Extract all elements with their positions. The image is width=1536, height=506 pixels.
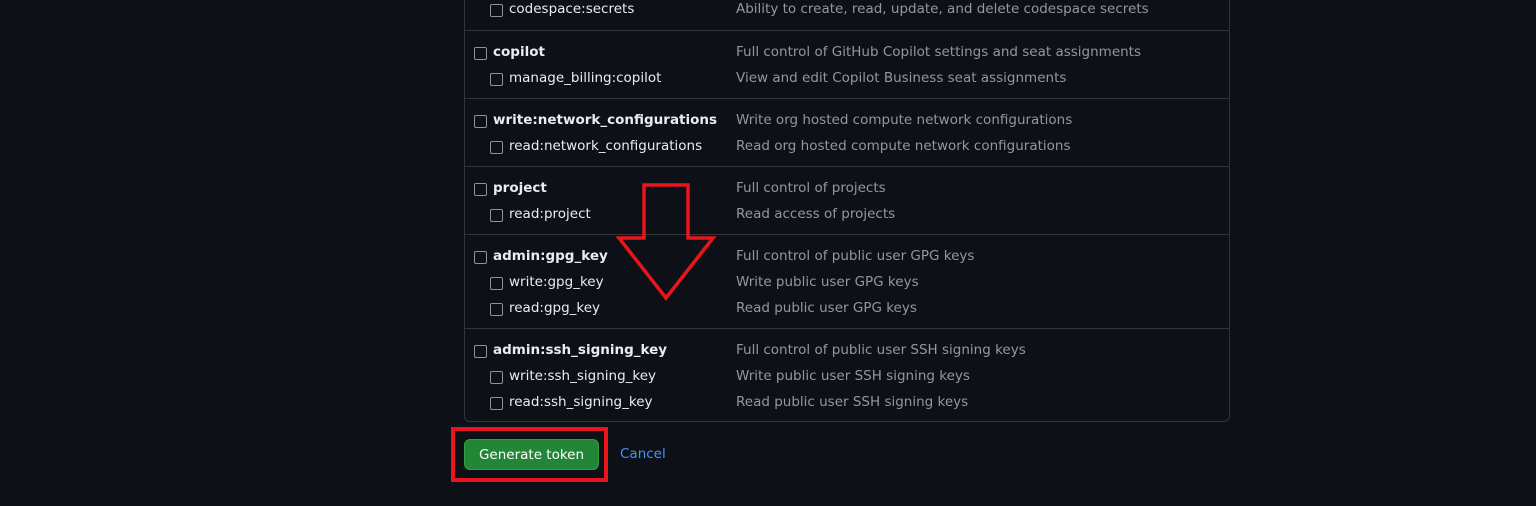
scope-description: Full control of public user SSH signing …	[736, 342, 1026, 358]
scope-checkbox[interactable]	[474, 345, 487, 358]
scope-name: read:gpg_key	[509, 300, 601, 316]
scope-checkbox[interactable]	[474, 47, 487, 60]
scope-checkbox[interactable]	[490, 73, 503, 86]
scopes-list: codespace:secrets Ability to create, rea…	[464, 0, 1230, 422]
scope-description: Ability to create, read, update, and del…	[736, 1, 1149, 17]
scope-row-write-network-configurations: write:network_configurations Write org h…	[465, 109, 1229, 135]
scope-group-copilot: copilot Full control of GitHub Copilot s…	[465, 31, 1229, 99]
token-scopes-page: codespace:secrets Ability to create, rea…	[0, 0, 1536, 506]
scope-row-project: project Full control of projects	[465, 177, 1229, 203]
scope-row-read-network-configurations: read:network_configurations Read org hos…	[465, 135, 1229, 161]
annotation-down-arrow-icon	[615, 183, 717, 301]
scope-name: copilot	[493, 44, 545, 60]
scope-row-read-ssh-signing-key: read:ssh_signing_key Read public user SS…	[465, 391, 1229, 417]
scope-group-network-configurations: write:network_configurations Write org h…	[465, 99, 1229, 167]
scope-description: Write public user SSH signing keys	[736, 368, 970, 384]
scope-name: manage_billing:copilot	[509, 70, 662, 86]
scope-name: write:gpg_key	[509, 274, 604, 290]
scope-description: Read access of projects	[736, 206, 896, 222]
scope-description: Full control of public user GPG keys	[736, 248, 975, 264]
scope-checkbox[interactable]	[490, 141, 503, 154]
scope-row-write-gpg-key: write:gpg_key Write public user GPG keys	[465, 271, 1229, 297]
scope-name: read:project	[509, 206, 591, 222]
scope-name: read:network_configurations	[509, 138, 703, 154]
scope-name: project	[493, 180, 547, 196]
scope-checkbox[interactable]	[474, 115, 487, 128]
scope-checkbox[interactable]	[490, 371, 503, 384]
scope-checkbox[interactable]	[490, 397, 503, 410]
scope-row-admin-gpg-key: admin:gpg_key Full control of public use…	[465, 245, 1229, 271]
scope-description: Write public user GPG keys	[736, 274, 919, 290]
scope-description: Read public user SSH signing keys	[736, 394, 969, 410]
scope-description: View and edit Copilot Business seat assi…	[736, 70, 1067, 86]
scope-row-copilot: copilot Full control of GitHub Copilot s…	[465, 41, 1229, 67]
scope-description: Write org hosted compute network configu…	[736, 112, 1073, 128]
scope-name: write:ssh_signing_key	[509, 368, 657, 384]
scope-row-manage-billing-copilot: manage_billing:copilot View and edit Cop…	[465, 67, 1229, 93]
scope-name: read:ssh_signing_key	[509, 394, 653, 410]
scope-checkbox[interactable]	[490, 303, 503, 316]
scope-group-codespace: codespace:secrets Ability to create, rea…	[465, 0, 1229, 31]
scope-name: write:network_configurations	[493, 112, 718, 128]
scope-row-write-ssh-signing-key: write:ssh_signing_key Write public user …	[465, 365, 1229, 391]
scope-checkbox[interactable]	[490, 4, 503, 17]
scope-name: codespace:secrets	[509, 1, 635, 17]
scope-group-gpg-key: admin:gpg_key Full control of public use…	[465, 235, 1229, 329]
cancel-link[interactable]: Cancel	[620, 445, 666, 463]
scope-checkbox[interactable]	[490, 209, 503, 222]
scope-group-project: project Full control of projects read:pr…	[465, 167, 1229, 235]
scope-description: Full control of projects	[736, 180, 886, 196]
scope-description: Read org hosted compute network configur…	[736, 138, 1071, 154]
arrow-outline	[615, 183, 717, 301]
scope-description: Full control of GitHub Copilot settings …	[736, 44, 1142, 60]
scope-group-ssh-signing-key: admin:ssh_signing_key Full control of pu…	[465, 329, 1229, 422]
scope-name: admin:gpg_key	[493, 248, 608, 264]
scope-row-codespace-secrets: codespace:secrets Ability to create, rea…	[465, 0, 1229, 24]
scope-checkbox[interactable]	[490, 277, 503, 290]
scope-description: Read public user GPG keys	[736, 300, 917, 316]
scope-row-read-gpg-key: read:gpg_key Read public user GPG keys	[465, 297, 1229, 323]
scope-row-read-project: read:project Read access of projects	[465, 203, 1229, 229]
generate-token-button[interactable]: Generate token	[464, 439, 599, 470]
scope-checkbox[interactable]	[474, 251, 487, 264]
scope-row-admin-ssh-signing-key: admin:ssh_signing_key Full control of pu…	[465, 339, 1229, 365]
scope-checkbox[interactable]	[474, 183, 487, 196]
scope-name: admin:ssh_signing_key	[493, 342, 668, 358]
